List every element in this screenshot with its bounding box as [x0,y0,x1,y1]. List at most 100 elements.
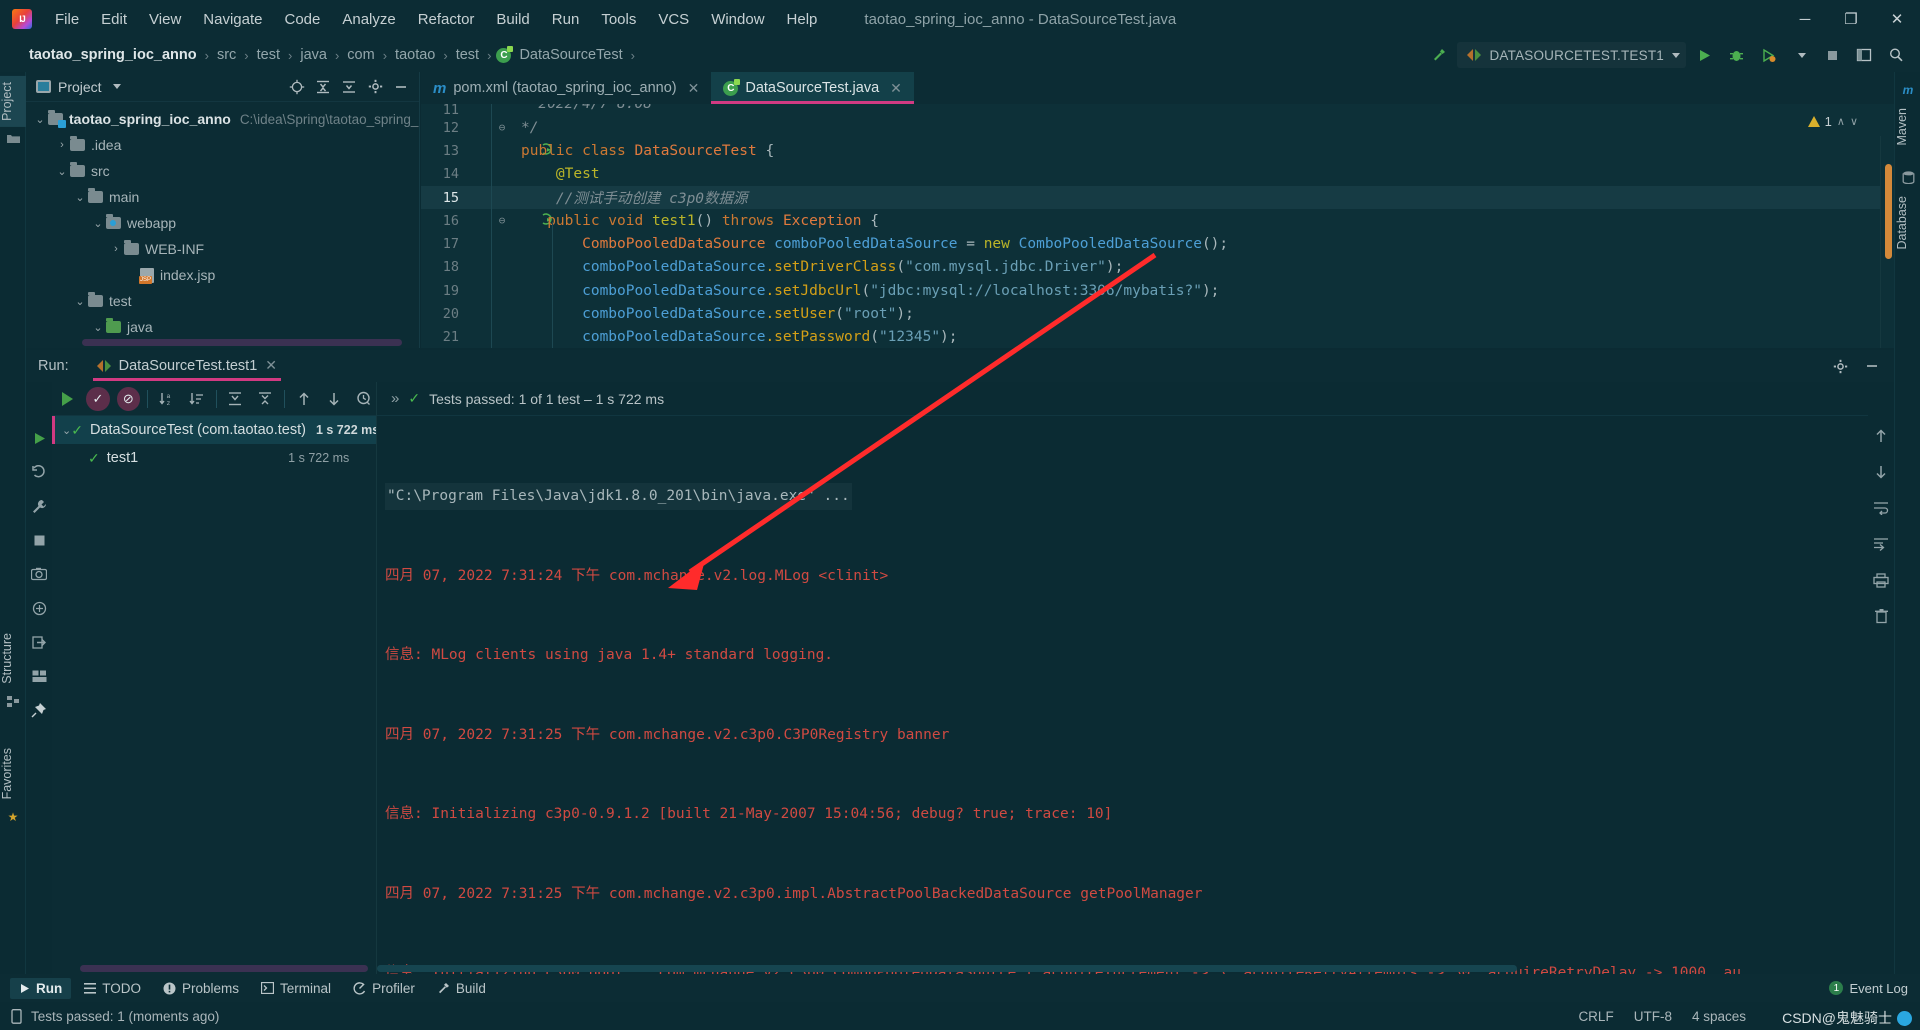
code-line-current[interactable]: 15 //测试手动创建 c3p0数据源 [421,185,1894,210]
breadcrumb-com[interactable]: com [344,45,377,65]
chevron-down-icon[interactable]: ⌄ [54,165,70,178]
search-icon[interactable] [1882,42,1910,68]
expand-all-icon[interactable] [224,387,247,411]
chevron-right-icon[interactable]: › [108,243,124,255]
rail-item-maven[interactable]: Maven [1895,102,1920,152]
code-line[interactable]: 21 comboPooledDataSource.setPassword("12… [421,326,1894,348]
rail-item-structure[interactable]: Structure [0,627,26,690]
rail-item-favorites[interactable]: Favorites [0,742,26,805]
test-tree-horizontal-scrollbar[interactable] [80,965,368,972]
close-button[interactable]: ✕ [1874,0,1920,38]
menu-run[interactable]: Run [541,7,591,32]
folder-icon[interactable] [0,127,26,151]
collapse-all-icon[interactable] [254,387,277,411]
locate-icon[interactable] [285,75,309,99]
run-tab-datasourcetest[interactable]: DataSourceTest.test1 ✕ [92,351,282,381]
bottom-item-problems[interactable]: Problems [154,978,248,999]
menu-edit[interactable]: Edit [90,7,138,32]
show-passed-icon[interactable]: ✓ [86,386,110,411]
breadcrumb-test[interactable]: test [254,45,283,65]
tree-row[interactable]: ⌄ test [26,288,419,314]
console-panel[interactable]: » ✓ Tests passed: 1 of 1 test – 1 s 722 … [376,382,1894,974]
inspection-widget[interactable]: 1 ∧ ∨ [1807,114,1858,129]
code-line[interactable]: 17 ComboPooledDataSource comboPooledData… [421,232,1894,255]
stop-square-icon[interactable] [1818,42,1846,68]
run-coverage-icon[interactable] [1754,42,1782,68]
console-horizontal-scrollbar[interactable] [377,965,1517,972]
debug-bug-icon[interactable] [1722,42,1750,68]
breadcrumb-java[interactable]: java [297,45,330,65]
bottom-item-profiler[interactable]: Profiler [344,978,424,999]
breadcrumb-taotao[interactable]: taotao [392,45,438,65]
chevron-down-icon[interactable] [1786,42,1814,68]
rerun-play-icon[interactable] [28,428,50,448]
project-panel-title[interactable]: Project [36,79,121,95]
hide-panel-icon[interactable] [1860,354,1884,378]
tree-row[interactable]: ⌄ main [26,184,419,210]
console-output[interactable]: "C:\Program Files\Java\jdk1.8.0_201\bin\… [377,416,1894,974]
encoding-indicator[interactable]: UTF-8 [1634,1009,1672,1024]
structure-icon[interactable] [0,690,26,714]
event-log-button[interactable]: 1 Event Log [1829,981,1908,996]
show-ignored-icon[interactable]: ⊘ [116,386,140,411]
code-line[interactable]: 20 comboPooledDataSource.setUser("root")… [421,302,1894,325]
tree-row[interactable]: ⌄ taotao_spring_ioc_anno C:\idea\Spring\… [26,106,419,132]
soft-wrap-icon[interactable] [1870,498,1892,518]
bottom-item-run[interactable]: Run [10,977,72,999]
code-line[interactable]: 12 ⊖ */ [421,116,1894,139]
wrench-settings-icon[interactable] [28,496,50,516]
hammer-icon[interactable] [1425,42,1453,68]
code-line[interactable]: 13 public class DataSourceTest { [421,139,1894,162]
sort-duration-icon[interactable] [185,387,208,411]
tree-row[interactable]: › .idea [26,132,419,158]
rerun-failed-icon[interactable] [28,462,50,482]
chevron-down-icon[interactable]: ⌄ [90,217,106,230]
camera-snapshot-icon[interactable] [28,564,50,584]
scroll-down-icon[interactable] [1870,462,1892,482]
close-icon[interactable]: ✕ [265,357,277,374]
line-separator-indicator[interactable]: CRLF [1578,1009,1613,1024]
close-icon[interactable]: ✕ [688,80,700,97]
menu-analyze[interactable]: Analyze [331,7,406,32]
export-icon[interactable] [28,632,50,652]
fold-collapse-icon[interactable]: ⊖ [491,121,513,134]
settings-gear-icon[interactable] [363,75,387,99]
rerun-tests-icon[interactable] [56,387,79,411]
bottom-item-build[interactable]: Build [428,978,495,999]
star-icon[interactable]: ★ [0,805,26,829]
hide-panel-icon[interactable] [389,75,413,99]
prev-failed-icon[interactable] [292,387,315,411]
maven-m-icon[interactable]: m [1895,78,1920,102]
code-line[interactable]: 16 ⊖ public void test1() throws Exceptio… [421,209,1894,232]
fold-collapse-icon[interactable]: ⊖ [491,214,513,227]
history-icon[interactable] [353,387,376,411]
menu-vcs[interactable]: VCS [647,7,700,32]
chevron-down-icon[interactable] [112,84,121,89]
menu-tools[interactable]: Tools [590,7,647,32]
breadcrumb-project[interactable]: taotao_spring_ioc_anno [26,45,200,65]
tree-row[interactable]: › WEB-INF [26,236,419,262]
print-icon[interactable] [1870,570,1892,590]
menu-window[interactable]: Window [700,7,775,32]
more-icon[interactable]: » [391,390,399,407]
rail-item-project[interactable]: Project [0,76,26,127]
thread-dump-icon[interactable] [28,598,50,618]
pin-icon[interactable] [28,700,50,720]
chevron-down-icon[interactable]: ⌄ [32,113,48,126]
menu-file[interactable]: File [44,7,90,32]
menu-code[interactable]: Code [273,7,331,32]
tree-row[interactable]: ⌄ webapp [26,210,419,236]
notification-icon[interactable] [10,1008,23,1024]
breadcrumb-src[interactable]: src [214,45,239,65]
sort-alpha-icon[interactable]: az [155,387,178,411]
bottom-item-todo[interactable]: TODO [75,978,150,999]
chevron-right-icon[interactable]: › [54,139,70,151]
rail-item-database[interactable]: Database [1895,190,1920,256]
breadcrumb-test-pkg[interactable]: test [453,45,482,65]
run-play-icon[interactable] [1690,42,1718,68]
code-line[interactable]: 18 comboPooledDataSource.setDriverClass(… [421,256,1894,279]
scroll-up-icon[interactable] [1870,426,1892,446]
run-test-icon[interactable] [469,199,553,243]
chevron-up-icon[interactable]: ∧ [1837,115,1845,128]
menu-view[interactable]: View [138,7,192,32]
